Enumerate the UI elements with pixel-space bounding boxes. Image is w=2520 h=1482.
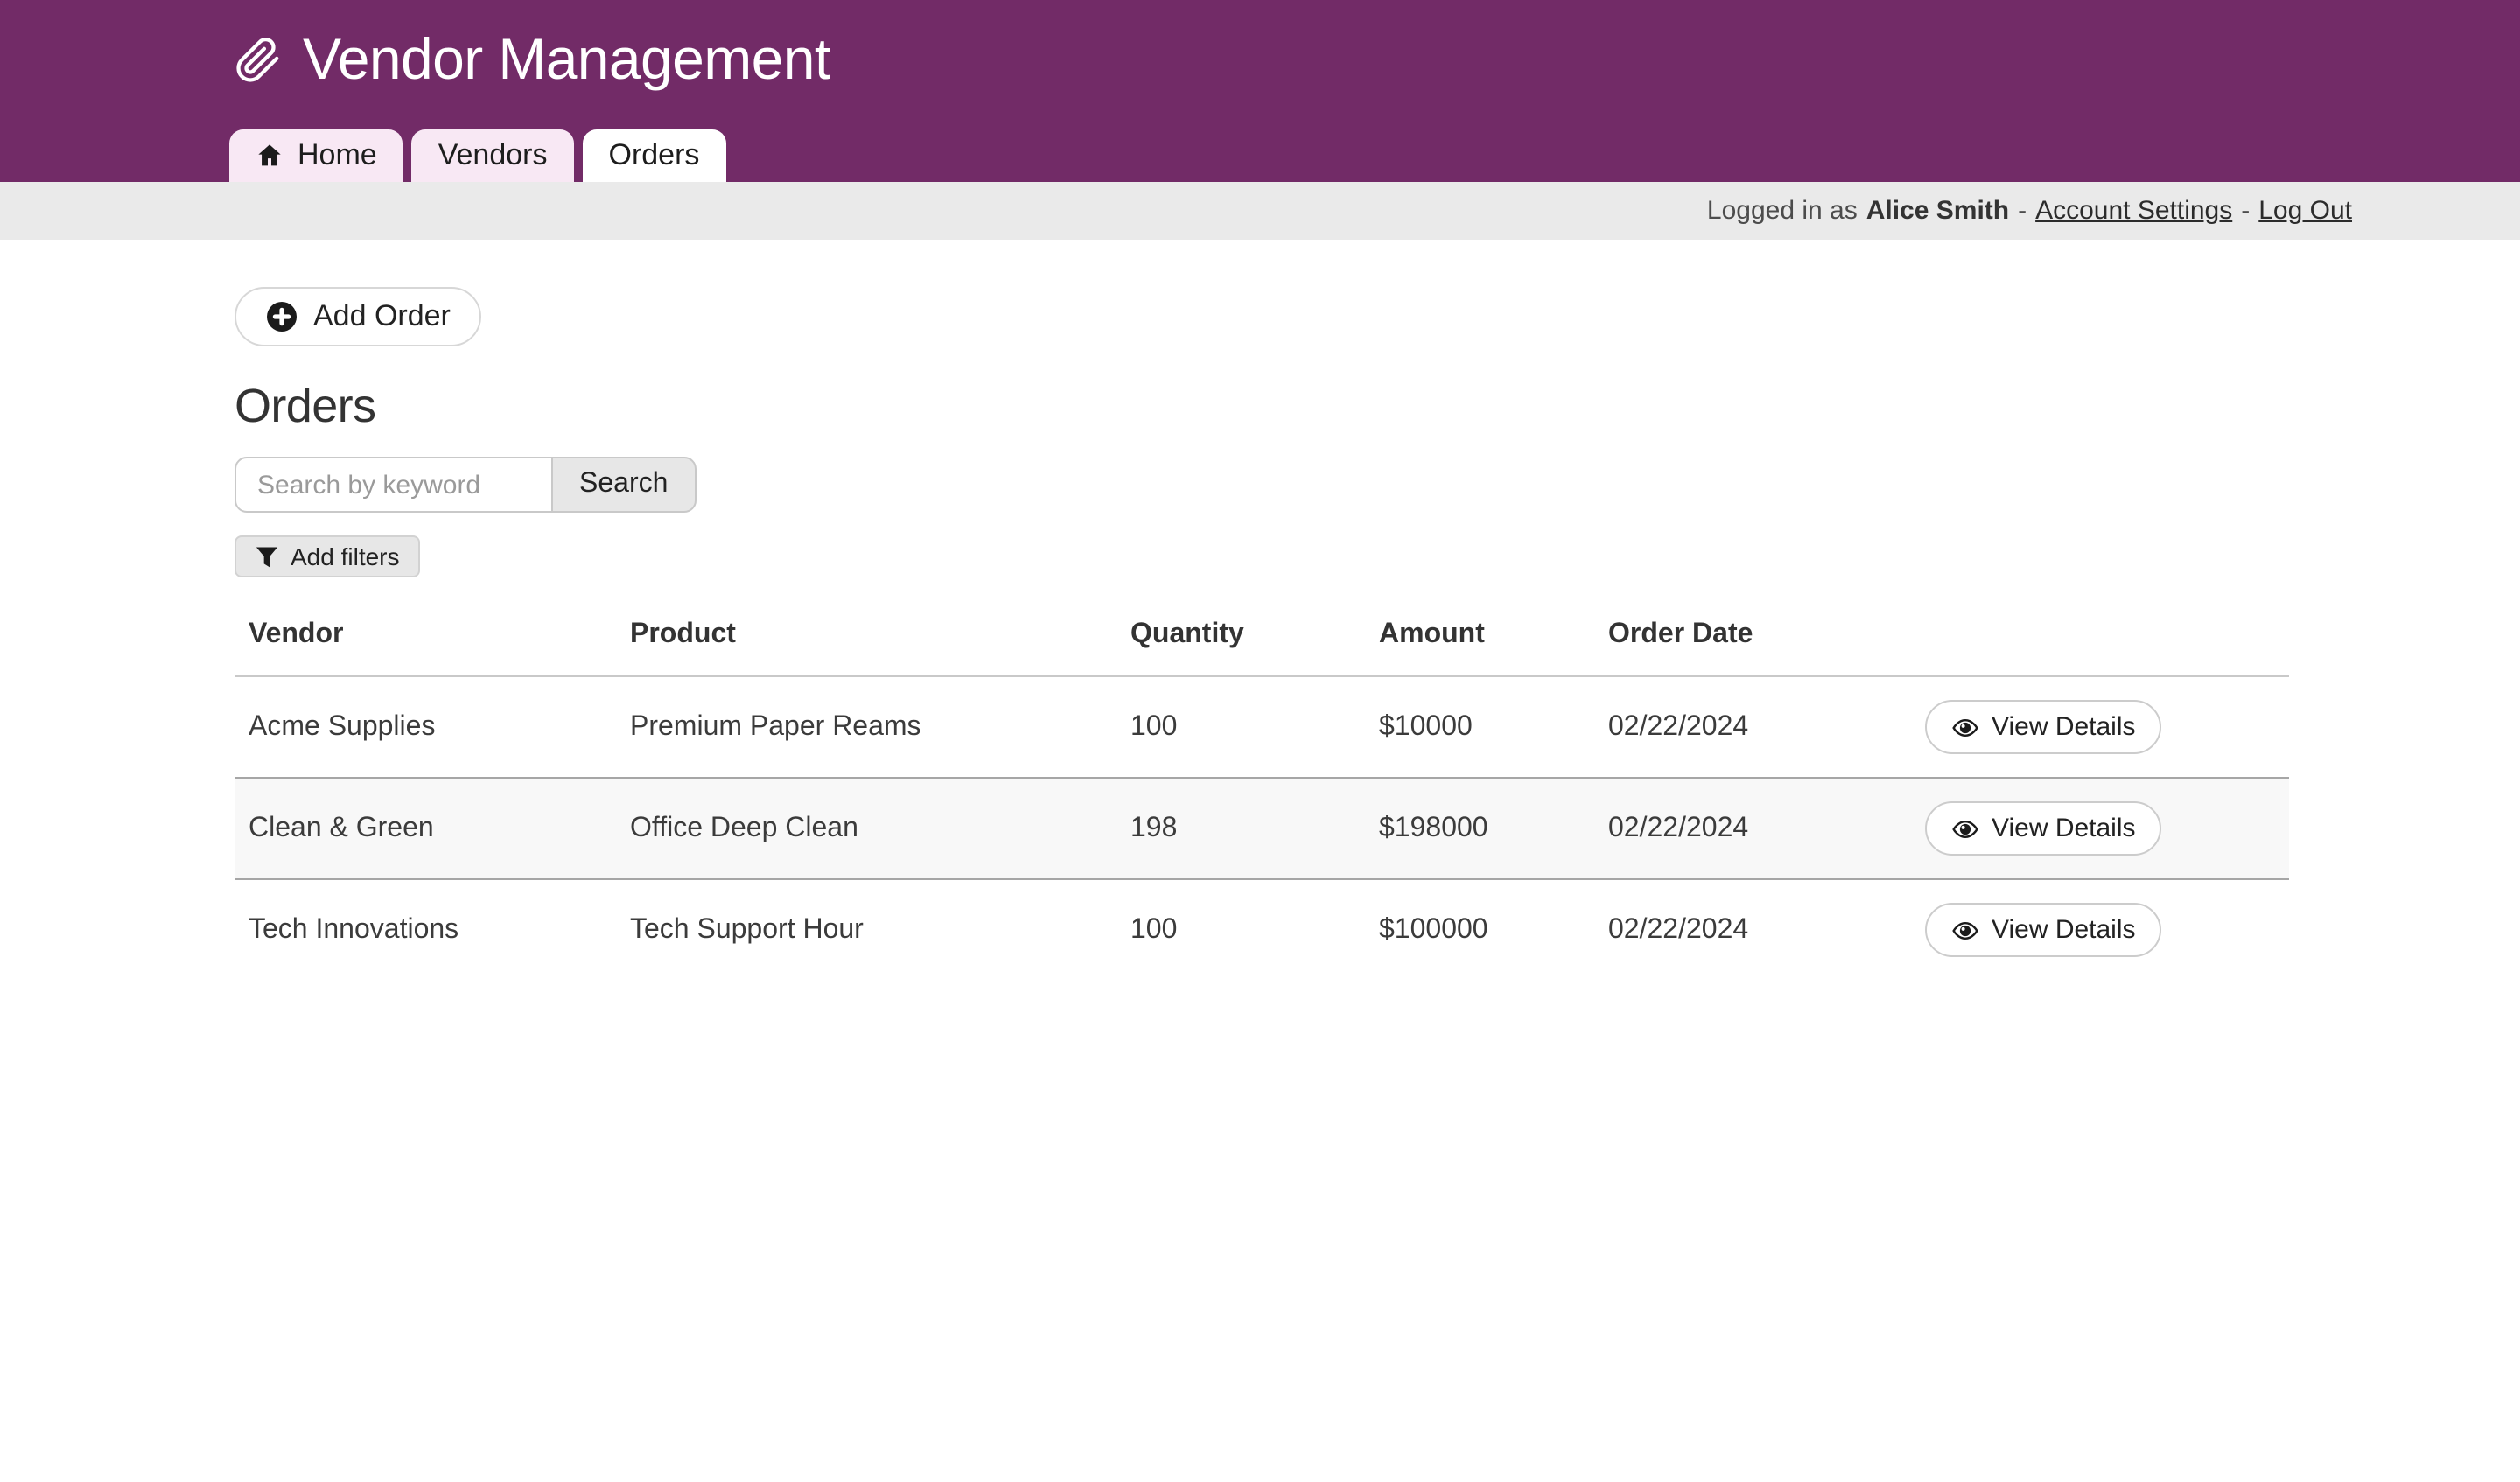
cell-quantity: 100 <box>1116 676 1365 778</box>
cell-vendor: Clean & Green <box>234 778 616 879</box>
view-details-label: View Details <box>1992 915 2136 945</box>
log-out-link[interactable]: Log Out <box>2258 196 2352 226</box>
page-title: Vendor Management <box>303 26 830 93</box>
cell-quantity: 100 <box>1116 879 1365 980</box>
view-details-button[interactable]: View Details <box>1925 700 2162 754</box>
funnel-icon <box>256 545 278 568</box>
main-content: Add Order Orders Search Add filters Vend… <box>0 240 2520 980</box>
view-details-label: View Details <box>1992 814 2136 843</box>
tab-home[interactable]: Home <box>229 129 403 182</box>
eye-icon <box>1951 916 1979 944</box>
cell-quantity: 198 <box>1116 778 1365 879</box>
add-order-button[interactable]: Add Order <box>234 287 482 346</box>
plus-circle-icon <box>266 301 298 332</box>
cell-order-date: 02/22/2024 <box>1594 879 1911 980</box>
tab-vendors-label: Vendors <box>438 138 548 173</box>
table-row: Clean & Green Office Deep Clean 198 $198… <box>234 778 2289 879</box>
home-icon <box>256 142 284 170</box>
orders-heading: Orders <box>234 380 2520 434</box>
eye-icon <box>1951 814 1979 842</box>
col-header-order-date: Order Date <box>1594 598 1911 676</box>
search-bar: Search <box>234 457 2520 513</box>
view-details-button[interactable]: View Details <box>1925 903 2162 957</box>
paperclip-icon <box>234 36 282 83</box>
eye-icon <box>1951 713 1979 741</box>
col-header-actions <box>1911 598 2289 676</box>
tab-orders-label: Orders <box>609 138 700 173</box>
table-header-row: Vendor Product Quantity Amount Order Dat… <box>234 598 2289 676</box>
cell-vendor: Acme Supplies <box>234 676 616 778</box>
cell-product: Tech Support Hour <box>616 879 1116 980</box>
separator: - <box>2241 196 2250 226</box>
cell-product: Office Deep Clean <box>616 778 1116 879</box>
add-filters-label: Add filters <box>290 542 400 570</box>
cell-order-date: 02/22/2024 <box>1594 778 1911 879</box>
cell-order-date: 02/22/2024 <box>1594 676 1911 778</box>
cell-product: Premium Paper Reams <box>616 676 1116 778</box>
tab-vendors[interactable]: Vendors <box>412 129 574 182</box>
table-row: Acme Supplies Premium Paper Reams 100 $1… <box>234 676 2289 778</box>
logged-in-user: Alice Smith <box>1866 196 2009 226</box>
logged-in-prefix: Logged in as <box>1707 196 1858 226</box>
app-header: Vendor Management Home Vendors Orders <box>0 0 2520 182</box>
search-button[interactable]: Search <box>551 457 696 513</box>
tab-home-label: Home <box>298 138 377 173</box>
main-nav: Home Vendors Orders <box>229 129 725 182</box>
cell-vendor: Tech Innovations <box>234 879 616 980</box>
add-filters-button[interactable]: Add filters <box>234 535 421 577</box>
cell-amount: $100000 <box>1365 879 1594 980</box>
tab-orders[interactable]: Orders <box>583 129 726 182</box>
add-order-label: Add Order <box>313 299 451 334</box>
separator: - <box>2018 196 2026 226</box>
table-row: Tech Innovations Tech Support Hour 100 $… <box>234 879 2289 980</box>
page: Vendor Management Home Vendors Orders Lo… <box>0 0 2520 1482</box>
cell-amount: $198000 <box>1365 778 1594 879</box>
app-title-row: Vendor Management <box>0 0 2520 93</box>
col-header-product: Product <box>616 598 1116 676</box>
search-input[interactable] <box>234 457 553 513</box>
cell-amount: $10000 <box>1365 676 1594 778</box>
session-bar: Logged in as Alice Smith - Account Setti… <box>0 182 2520 240</box>
col-header-vendor: Vendor <box>234 598 616 676</box>
account-settings-link[interactable]: Account Settings <box>2035 196 2232 226</box>
orders-table: Vendor Product Quantity Amount Order Dat… <box>234 598 2289 980</box>
col-header-quantity: Quantity <box>1116 598 1365 676</box>
view-details-button[interactable]: View Details <box>1925 801 2162 856</box>
view-details-label: View Details <box>1992 712 2136 742</box>
col-header-amount: Amount <box>1365 598 1594 676</box>
